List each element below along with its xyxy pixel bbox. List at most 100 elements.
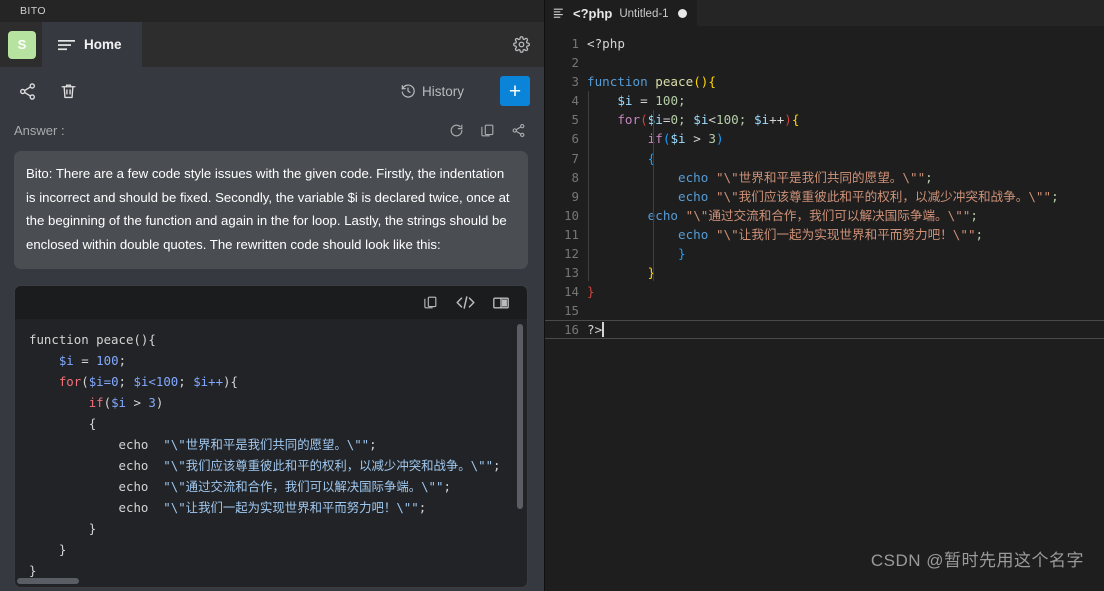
tabbar-spacer [142,22,513,67]
code-line: function peace(){ [29,332,156,347]
editor-line: <?php [587,36,625,51]
code-line: } [58,542,67,557]
editor-line: } [647,265,656,281]
line-number: 10 [564,207,579,223]
line-number: 13 [564,265,579,281]
line-number: 3 [571,74,579,90]
refresh-icon [449,123,464,138]
copy-icon [423,295,438,310]
editor-line: echo "\"世界和平是我们共同的愿望。\""; [678,169,933,185]
editor-tab-filename: Untitled-1 [619,7,669,20]
code-line: echo "\"我们应该尊重彼此和平的权利，以减少冲突和战争。\""; [118,458,501,473]
editor-code-content[interactable]: <?php function peace(){ $i = 100; for($i… [545,26,1104,591]
chat-action-row: History + [0,67,544,115]
new-chat-button[interactable]: + [500,76,530,106]
line-number: 2 [571,55,579,71]
indent-guide [588,91,589,281]
code-vertical-scrollbar[interactable] [517,324,523,509]
editor-tabbar: <?php Untitled-1 [545,0,1104,26]
line-number: 15 [564,303,579,319]
bito-titlebar: BITO [0,0,544,22]
line-number: 11 [564,226,579,242]
active-line-highlight [545,320,1104,340]
code-line: if($i > 3) [88,395,164,410]
code-line: { [88,416,97,431]
diff-view-button[interactable] [493,296,509,310]
refresh-button[interactable] [449,123,464,138]
answer-code-content: function peace(){ $i = 100; for($i=0; $i… [15,319,527,587]
line-number: 6 [571,131,579,147]
share-icon [18,82,37,101]
code-brackets-icon [456,295,475,310]
code-line: echo "\"世界和平是我们共同的愿望。\""; [118,437,377,452]
settings-button[interactable] [513,22,544,67]
history-label: History [421,83,464,99]
trash-icon [59,82,78,101]
history-clock-icon [400,83,416,99]
editor-tab-untitled-1[interactable]: <?php Untitled-1 [545,0,697,26]
code-horizontal-scrollbar[interactable] [17,578,79,584]
answer-label: Answer : [14,122,65,138]
share-chat-button[interactable] [18,82,37,101]
editor-line: function peace(){ [587,74,716,90]
bito-panel: BITO S Home History + Answer: Bito: The… [0,0,545,591]
copy-icon [480,123,495,138]
code-line: } [88,521,97,536]
unsaved-dot-icon[interactable] [677,9,687,18]
tab-home[interactable]: Home [42,22,142,67]
share-answer-button[interactable] [511,123,526,138]
editor-line: echo "\"通过交流和合作，我们可以解决国际争端。\""; [647,207,978,223]
insert-code-button[interactable] [456,295,475,310]
editor-menu-icon [553,7,566,20]
line-number: 4 [571,93,579,109]
editor-line: if($i > 3) [647,131,724,147]
answer-code-block: function peace(){ $i = 100; for($i=0; $i… [14,285,528,588]
tab-home-label: Home [84,37,122,52]
code-line: echo "\"让我们一起为实现世界和平而努力吧！\""; [118,500,427,515]
line-number: 9 [571,188,579,204]
copy-answer-button[interactable] [480,123,495,138]
avatar-wrapper: S [0,22,36,67]
share-icon [511,123,526,138]
code-line: echo "\"通过交流和合作，我们可以解决国际争端。\""; [118,479,451,494]
code-line: $i = 100; [58,353,127,368]
editor-line: } [678,246,686,262]
delete-chat-button[interactable] [59,82,78,101]
answer-text: Bito: There are a few code style issues … [14,151,528,269]
code-line: for($i=0; $i<100; $i++){ [58,374,238,389]
line-number: 12 [564,246,579,262]
editor-line: { [647,150,656,166]
editor-body[interactable]: 1 2 3 4 5 6 7 8 9 10 11 12 13 14 15 16 <… [545,26,1104,591]
copy-code-button[interactable] [423,295,438,310]
editor-tab-language: <?php [573,6,613,21]
avatar[interactable]: S [8,30,36,59]
editor-line: echo "\"让我们一起为实现世界和平而努力吧！\""; [678,226,984,242]
menu-lines-icon [58,39,75,51]
watermark: CSDN @暂时先用这个名字 [870,551,1084,570]
bito-tabbar: S Home [0,22,544,67]
app-root: BITO S Home History + Answer: Bito: The… [0,0,1104,591]
editor-line: for($i=0; $i<100; $i++){ [617,112,800,128]
code-line: } [29,563,37,578]
answer-toolbar [449,123,526,138]
code-block-toolbar [15,286,527,319]
editor-line: } [587,284,595,300]
history-button[interactable]: History [394,80,470,102]
line-number: 7 [571,150,579,166]
line-number: 8 [571,169,579,185]
editor-line: $i = 100; [617,93,686,109]
answer-body: Bito: There are a few code style issues … [0,145,544,591]
gear-icon [513,36,530,53]
split-view-icon [493,296,509,310]
line-number: 14 [564,284,579,300]
editor-line-numbers: 1 2 3 4 5 6 7 8 9 10 11 12 13 14 15 16 [545,26,587,591]
indent-guide [653,110,654,281]
editor-line: echo "\"我们应该尊重彼此和平的权利，以减少冲突和战争。\""; [678,188,1059,204]
vscode-editor-panel: <?php Untitled-1 1 2 3 4 5 6 7 8 9 10 11… [545,0,1104,591]
line-number: 5 [571,112,579,128]
answer-header-row: Answer : [0,115,544,145]
bito-window-title: BITO [20,5,46,17]
line-number: 1 [571,36,579,51]
